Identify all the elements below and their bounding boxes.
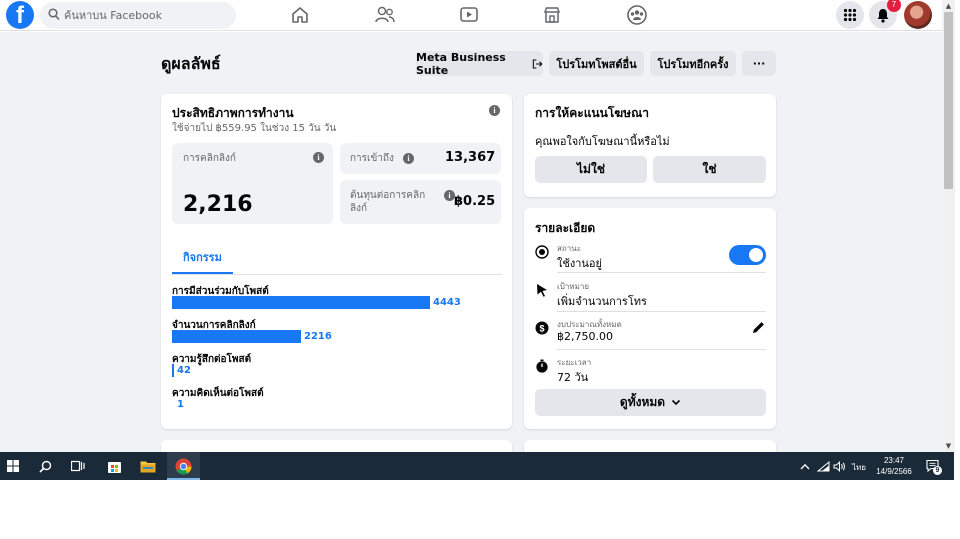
- more-options-button[interactable]: ···: [742, 51, 776, 76]
- row-divider: [557, 311, 766, 312]
- notification-center-count: 9: [933, 466, 942, 475]
- search-box[interactable]: [40, 2, 236, 29]
- rating-yes-button[interactable]: ใช่: [653, 156, 766, 183]
- link-clicks-label: การคลิกลิงก์: [183, 153, 236, 164]
- rating-yes-label: ใช่: [702, 162, 717, 176]
- ad-rating-question: คุณพอใจกับโฆษณานี้หรือไม่: [535, 135, 670, 148]
- svg-text:$: $: [539, 324, 544, 334]
- status-toggle[interactable]: [729, 245, 766, 265]
- duration-value: 72 วัน: [557, 371, 589, 384]
- chevron-down-icon: [672, 399, 681, 406]
- status-value: ใช้งานอยู่: [557, 257, 602, 270]
- more-options-label: ···: [752, 57, 766, 70]
- logo-letter: f: [16, 2, 24, 29]
- notification-count-badge: 7: [887, 0, 901, 12]
- activity-value: 2216: [304, 331, 332, 342]
- promote-again-button[interactable]: โปรโมทอีกครั้ง: [650, 51, 736, 76]
- goal-value: เพิ่มจำนวนการโทร: [557, 295, 647, 308]
- activity-value: 4443: [433, 297, 461, 308]
- performance-info-icon[interactable]: i: [489, 105, 500, 116]
- scroll-up-arrow-icon[interactable]: ▲: [944, 2, 953, 10]
- cursor-icon: [537, 284, 547, 297]
- reach-info-icon[interactable]: i: [403, 153, 414, 164]
- ad-rating-title: การให้คะแนนโฆษณา: [535, 106, 649, 120]
- activity-label: ความคิดเห็นต่อโพสต์: [172, 388, 264, 399]
- home-nav-icon[interactable]: [288, 4, 312, 26]
- watch-nav-icon[interactable]: [457, 4, 481, 26]
- profile-avatar[interactable]: [904, 1, 932, 29]
- business-suite-label: Meta Business Suite: [416, 50, 506, 77]
- menu-grid-button[interactable]: [836, 1, 864, 29]
- page-title: ดูผลลัพธ์: [161, 54, 221, 73]
- screen: f 7 ดูผลลัพธ์ Meta Busi: [0, 0, 960, 539]
- clock-time: 23:47: [883, 456, 905, 465]
- page-scrollbar[interactable]: ▲ ▼: [942, 0, 955, 452]
- tab-divider: [172, 274, 502, 275]
- cost-per-click-value: ฿0.25: [454, 194, 496, 209]
- activity-value: 42: [177, 365, 191, 376]
- facebook-logo[interactable]: f: [6, 1, 34, 29]
- timer-icon: [536, 359, 548, 373]
- marketplace-nav-icon[interactable]: [540, 4, 564, 26]
- performance-subtitle: ใช้จ่ายไป ฿559.95 ในช่วง 15 วัน วัน: [172, 123, 337, 134]
- row-divider: [557, 272, 766, 273]
- reach-value: 13,367: [445, 150, 496, 165]
- windows-start-icon[interactable]: [3, 456, 23, 476]
- activity-bar: [172, 364, 174, 377]
- status-radio-icon: [535, 245, 549, 259]
- microsoft-store-icon[interactable]: [104, 456, 124, 476]
- see-all-label: ดูทั้งหมด: [619, 395, 666, 409]
- input-language-indicator[interactable]: ไทย: [852, 461, 866, 474]
- top-navigation-bar: f 7: [0, 0, 942, 31]
- blank-area: [0, 480, 960, 539]
- search-input[interactable]: [64, 2, 232, 29]
- external-link-icon: [533, 58, 543, 69]
- reach-label: การเข้าถึง: [350, 153, 394, 164]
- scroll-down-arrow-icon[interactable]: ▼: [944, 442, 953, 450]
- edit-pencil-icon[interactable]: [751, 320, 766, 335]
- volume-icon[interactable]: [829, 456, 849, 476]
- link-clicks-info-icon[interactable]: i: [313, 152, 324, 163]
- groups-nav-icon[interactable]: [625, 4, 649, 26]
- toggle-knob: [749, 248, 763, 262]
- search-icon: [48, 8, 60, 21]
- taskbar-clock[interactable]: 23:47 14/9/2566: [870, 455, 918, 477]
- promote-other-post-button[interactable]: โปรโมทโพสต์อื่น: [549, 51, 644, 76]
- detail-duration-row: ระยะเวลา 72 วัน: [535, 356, 766, 386]
- chrome-icon[interactable]: [173, 456, 193, 476]
- task-view-icon[interactable]: [68, 456, 88, 476]
- tab-activity[interactable]: กิจกรรม: [183, 248, 222, 266]
- link-clicks-value: 2,216: [183, 192, 253, 217]
- rating-no-button[interactable]: ไม่ใช่: [535, 156, 647, 183]
- taskbar-search-icon[interactable]: [35, 456, 55, 476]
- rating-no-label: ไม่ใช่: [577, 162, 605, 176]
- activity-bar: [172, 296, 430, 309]
- detail-budget-row: $ งบประมาณทั้งหมด ฿2,750.00: [535, 318, 766, 350]
- money-icon: $: [535, 321, 549, 335]
- row-divider: [557, 349, 766, 350]
- windows-taskbar: ไทย 23:47 14/9/2566 9: [0, 452, 954, 480]
- activity-bar: [172, 330, 301, 343]
- friends-nav-icon[interactable]: [373, 4, 397, 26]
- budget-value: ฿2,750.00: [557, 330, 613, 343]
- meta-business-suite-button[interactable]: Meta Business Suite: [416, 50, 543, 77]
- tray-chevron-up-icon[interactable]: [795, 456, 815, 476]
- activity-value: 1: [177, 399, 184, 410]
- clock-date: 14/9/2566: [876, 467, 912, 476]
- file-explorer-icon[interactable]: [138, 456, 158, 476]
- promote-other-label: โปรโมทโพสต์อื่น: [556, 57, 637, 71]
- promote-again-label: โปรโมทอีกครั้ง: [657, 57, 729, 71]
- detail-goal-row: เป้าหมาย เพิ่มจำนวนการโทร: [535, 280, 766, 312]
- grid-icon: [843, 8, 857, 22]
- see-all-button[interactable]: ดูทั้งหมด: [535, 389, 766, 416]
- details-title: รายละเอียด: [535, 221, 596, 235]
- scrollbar-thumb[interactable]: [944, 12, 953, 189]
- cost-per-click-label: ต้นทุนต่อการคลิกลิงก์: [350, 190, 426, 214]
